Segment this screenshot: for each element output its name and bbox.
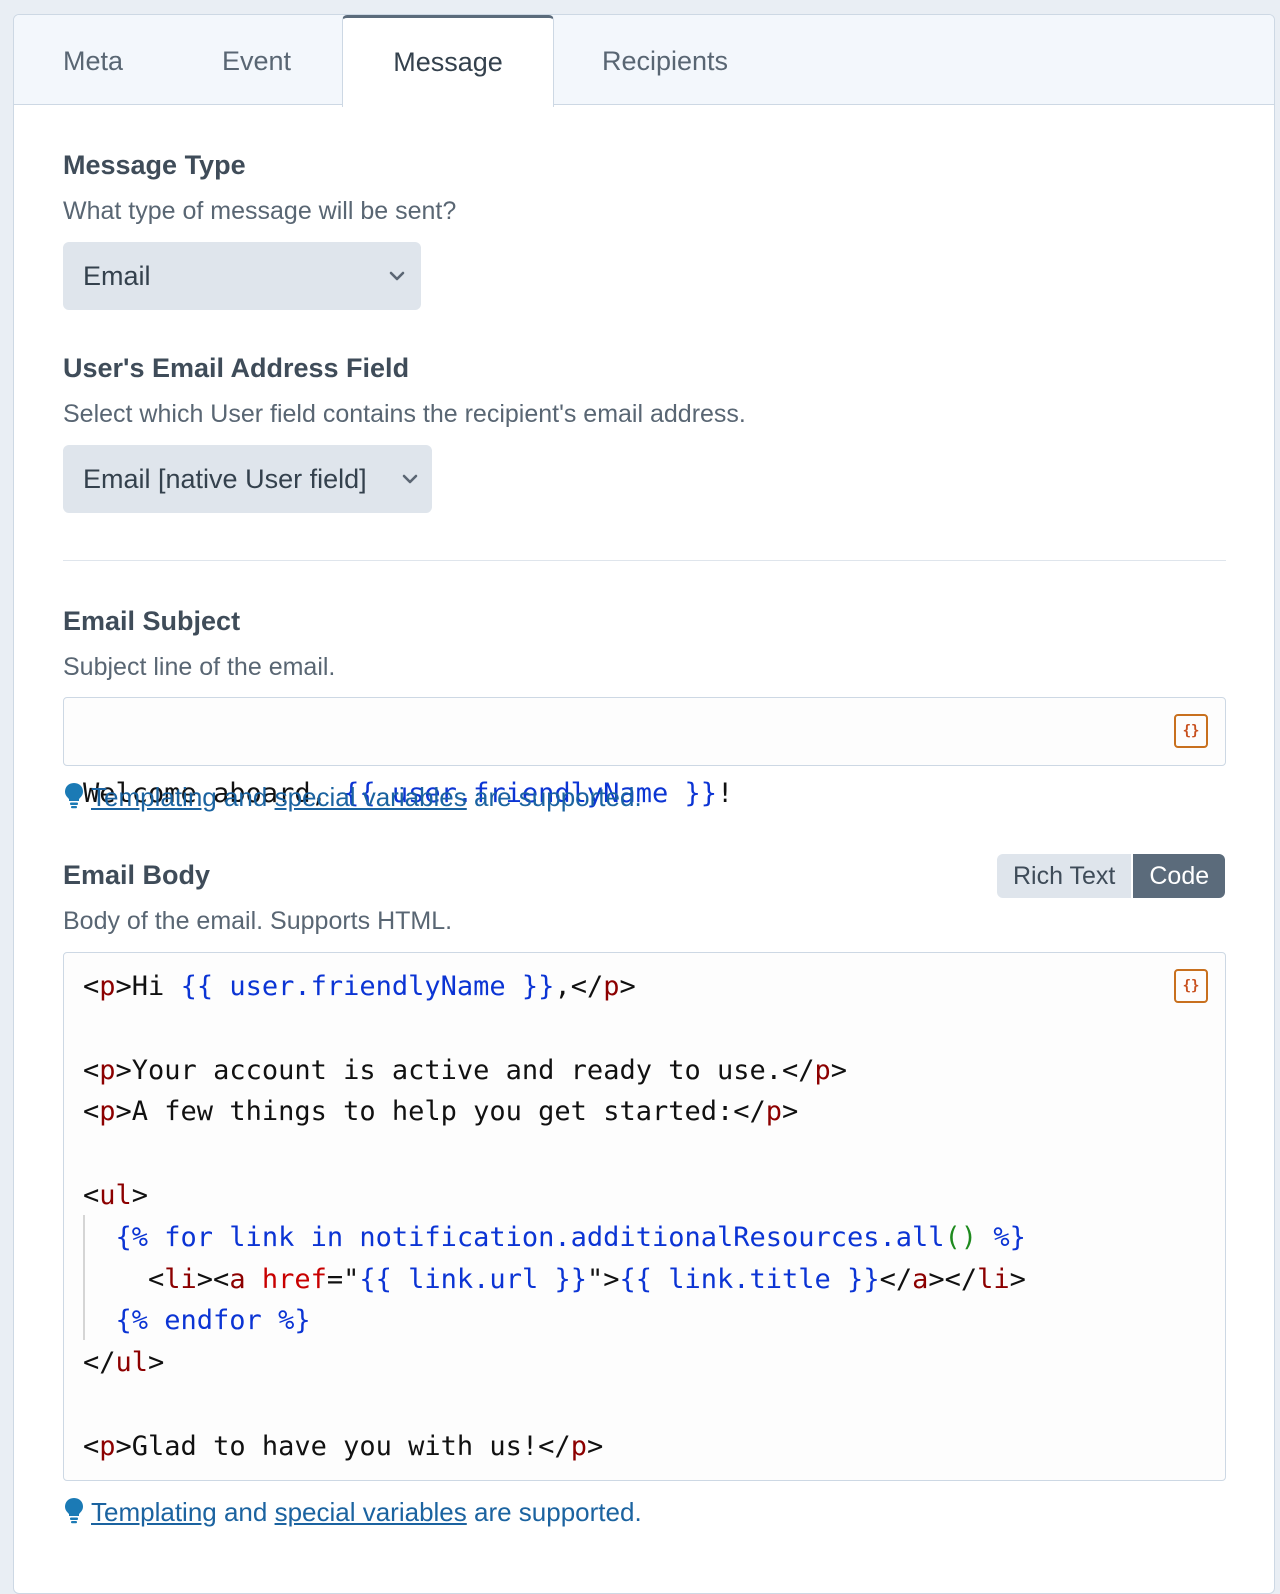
- rich-text-toggle[interactable]: Rich Text: [997, 854, 1132, 898]
- tab-event[interactable]: Event: [222, 15, 291, 105]
- tab-message[interactable]: Message: [342, 15, 554, 107]
- email-field-value: Email [native User field]: [83, 464, 367, 494]
- template-braces-icon[interactable]: {}: [1174, 714, 1208, 748]
- templating-link[interactable]: Templating: [91, 1497, 217, 1527]
- chevron-down-icon: [402, 474, 418, 484]
- body-mode-toggle: Rich Text Code: [997, 854, 1226, 898]
- tab-meta[interactable]: Meta: [63, 15, 123, 105]
- email-body-code: <p>Hi {{ user.friendlyName }},</p> <p>Yo…: [83, 966, 1026, 1468]
- templating-help-note: Templating and special variables are sup…: [63, 781, 642, 813]
- help-note-tail: are supported.: [466, 1497, 642, 1527]
- message-type-select[interactable]: Email: [63, 242, 421, 310]
- email-subject-hint: Subject line of the email.: [63, 653, 336, 681]
- code-line: <p>Hi {{ user.friendlyName }},</p>: [83, 971, 636, 1002]
- code-line: <p>A few things to help you get started:…: [83, 1096, 799, 1128]
- email-subject-input[interactable]: Welcome aboard, {{ user.friendlyName }}!…: [63, 697, 1226, 809]
- code-line: {% for link in notification.additionalRe…: [115, 1221, 1026, 1253]
- message-type-label: Message Type: [63, 150, 246, 180]
- tab-recipients[interactable]: Recipients: [602, 15, 728, 105]
- message-type-hint: What type of message will be sent?: [63, 197, 457, 225]
- email-body-label: Email Body: [63, 860, 211, 890]
- section-divider: [63, 560, 1226, 561]
- help-note-and: and: [216, 1497, 275, 1527]
- templating-help-note: Templating and special variables are sup…: [63, 1496, 642, 1528]
- email-field-hint: Select which User field contains the rec…: [63, 400, 746, 428]
- code-toggle[interactable]: Code: [1133, 854, 1226, 898]
- chevron-down-icon: [389, 271, 405, 281]
- email-subject-label: Email Subject: [63, 606, 241, 636]
- lightbulb-icon: [65, 1498, 83, 1524]
- help-note-and: and: [216, 782, 275, 812]
- code-line: {% endfor %}: [115, 1305, 311, 1337]
- notification-editor-panel: Meta Event Message Recipients Message Ty…: [13, 14, 1275, 1594]
- message-type-value: Email: [83, 261, 151, 291]
- code-line: <li><a href="{{ link.url }}">{{ link.tit…: [83, 1263, 1026, 1295]
- template-braces-icon[interactable]: {}: [1174, 969, 1208, 1003]
- lightbulb-icon: [65, 783, 83, 809]
- email-body-code-editor[interactable]: <p>Hi {{ user.friendlyName }},</p> <p>Yo…: [63, 952, 1226, 1481]
- email-field-select[interactable]: Email [native User field]: [63, 445, 432, 513]
- special-variables-link[interactable]: special variables: [275, 1497, 467, 1527]
- code-line: <ul>: [83, 1179, 149, 1211]
- special-variables-link[interactable]: special variables: [275, 782, 467, 812]
- email-field-label: User's Email Address Field: [63, 353, 410, 383]
- help-note-tail: are supported.: [466, 782, 642, 812]
- code-line: <p>Your account is active and ready to u…: [83, 1054, 848, 1086]
- templating-link[interactable]: Templating: [91, 782, 217, 812]
- email-body-hint: Body of the email. Supports HTML.: [63, 907, 453, 935]
- code-line: <p>Glad to have you with us!</p>: [83, 1430, 604, 1462]
- code-line: </ul>: [83, 1347, 165, 1379]
- tab-bar: Meta Event Message Recipients: [14, 15, 1274, 107]
